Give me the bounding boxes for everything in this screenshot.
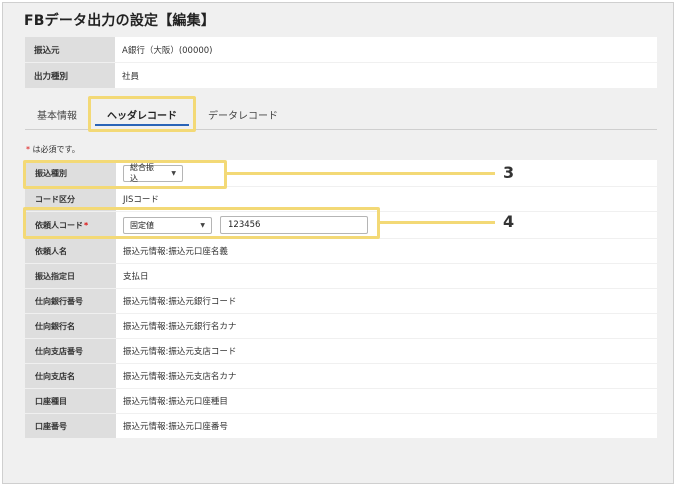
form-label: コード区分: [25, 187, 116, 211]
form-value: JISコード: [116, 187, 657, 211]
form-row: 口座種目 振込元情報:振込元口座種目: [25, 389, 657, 413]
form-label-text: 依頼人コード: [35, 220, 83, 230]
form-row-requester-code: 依頼人コード * 固定値 ▼: [25, 212, 657, 238]
form-row: 振込指定日 支払日: [25, 264, 657, 288]
form-row: 仕向銀行番号 振込元情報:振込元銀行コード: [25, 289, 657, 313]
form-label: 仕向銀行名: [25, 314, 116, 338]
form-label: 口座種目: [25, 389, 116, 413]
callout-line-3: [227, 172, 495, 175]
select-value: 総合振込: [130, 163, 154, 183]
tab-data-record[interactable]: データレコード: [197, 99, 289, 129]
header-record-form: 振込種別 総合振込 ▼ コード区分 JISコード 依頼人コード* 固定値 ▼ 依…: [25, 160, 657, 439]
form-label: 依頼人名: [25, 239, 116, 263]
form-label: 仕向銀行番号: [25, 289, 116, 313]
info-row-output-type: 出力種別 社員: [25, 63, 657, 88]
form-value: 振込元情報:振込元銀行名カナ: [116, 314, 657, 338]
tab-label: 基本情報: [37, 110, 77, 122]
form-label: 振込種別: [25, 160, 116, 186]
active-tab-indicator: [95, 124, 189, 126]
info-label: 出力種別: [25, 63, 115, 88]
chevron-down-icon: ▼: [171, 169, 176, 177]
required-star: *: [26, 145, 30, 154]
required-note: * は必須です。: [26, 144, 80, 155]
form-label: 仕向支店名: [25, 364, 116, 388]
info-row-source: 振込元 A銀行（大阪）(00000): [25, 37, 657, 62]
form-value: 振込元情報:振込元口座種目: [116, 389, 657, 413]
tab-header-record[interactable]: ヘッダレコード: [89, 99, 195, 129]
select-value: 固定値: [130, 220, 154, 230]
tab-label: データレコード: [208, 110, 278, 122]
info-value: A銀行（大阪）(00000): [115, 37, 657, 62]
form-value: 振込元情報:振込元支店コード: [116, 339, 657, 363]
chevron-down-icon: ▼: [200, 221, 205, 229]
form-row: 仕向銀行名 振込元情報:振込元銀行名カナ: [25, 314, 657, 338]
form-value: 振込元情報:振込元支店名カナ: [116, 364, 657, 388]
info-value: 社員: [115, 63, 657, 88]
callout-number-3: 3: [503, 163, 515, 182]
info-table: 振込元 A銀行（大阪）(00000) 出力種別 社員: [25, 37, 657, 89]
form-label: 依頼人コード *: [25, 212, 116, 238]
form-value: 振込元情報:振込元銀行コード: [116, 289, 657, 313]
tab-bar: 基本情報 ヘッダレコード データレコード: [25, 99, 657, 130]
form-value: 振込元情報:振込元口座番号: [116, 414, 657, 438]
requester-code-input[interactable]: [220, 216, 368, 234]
form-value: 支払日: [116, 264, 657, 288]
form-row-code-class: コード区分 JISコード: [25, 187, 657, 211]
form-value: 振込元情報:振込元口座名義: [116, 239, 657, 263]
info-label: 振込元: [25, 37, 115, 62]
form-label: 仕向支店番号: [25, 339, 116, 363]
form-row: 仕向支店名 振込元情報:振込元支店名カナ: [25, 364, 657, 388]
form-row: 口座番号 振込元情報:振込元口座番号: [25, 414, 657, 438]
tab-basic-info[interactable]: 基本情報: [27, 99, 87, 129]
required-star: *: [84, 220, 89, 230]
page-title: FBデータ出力の設定【編集】: [24, 13, 216, 29]
requester-code-select[interactable]: 固定値 ▼: [123, 216, 212, 234]
form-row: 仕向支店番号 振込元情報:振込元支店コード: [25, 339, 657, 363]
form-label: 口座番号: [25, 414, 116, 438]
callout-number-4: 4: [503, 212, 515, 231]
form-label: 振込指定日: [25, 264, 116, 288]
form-value: 固定値 ▼: [116, 212, 657, 238]
form-row: 依頼人名 振込元情報:振込元口座名義: [25, 239, 657, 263]
tab-label: ヘッダレコード: [107, 110, 177, 122]
callout-line-4: [380, 221, 495, 224]
transfer-type-select[interactable]: 総合振込 ▼: [123, 163, 183, 183]
required-note-text: は必須です。: [32, 145, 80, 154]
